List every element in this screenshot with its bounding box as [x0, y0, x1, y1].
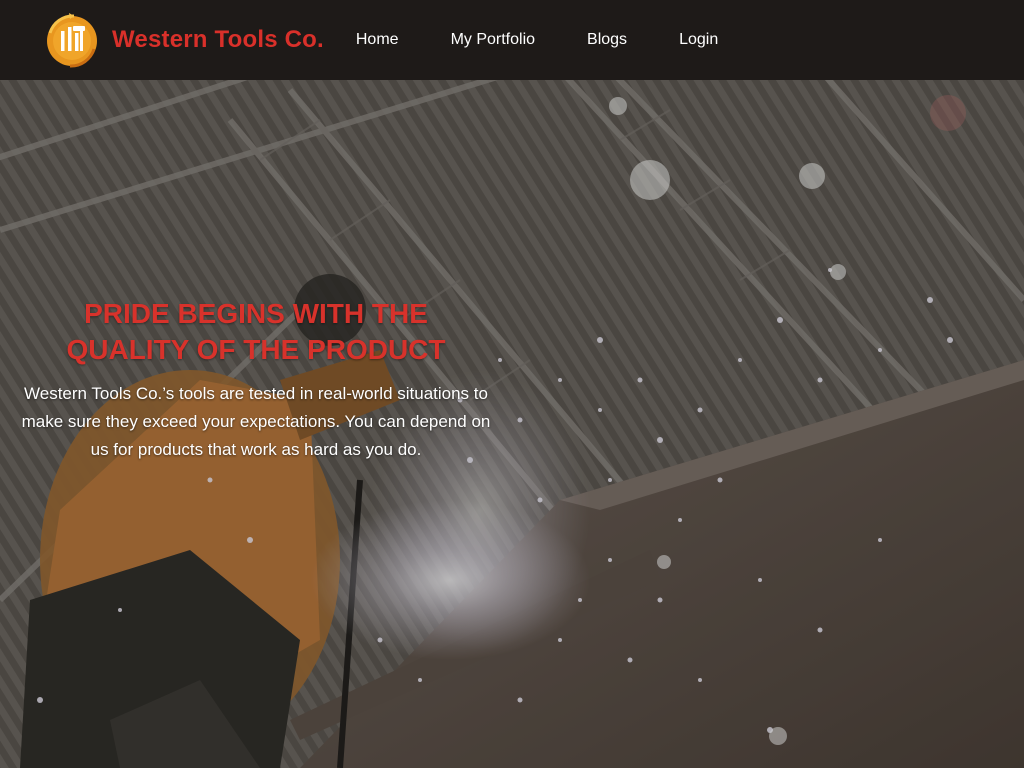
nav-portfolio-link[interactable]: My Portfolio [451, 31, 535, 49]
tools-logo-icon [47, 13, 97, 68]
hero-headline-line-1: PRIDE BEGINS WITH THE [84, 298, 428, 329]
top-navbar: Western Tools Co. Home My Portfolio Blog… [0, 0, 1024, 80]
hero-tagline: Western Tools Co.’s tools are tested in … [21, 384, 491, 459]
nav-blogs-link[interactable]: Blogs [587, 31, 627, 49]
brand-name: Western Tools Co. [112, 26, 324, 53]
nav-login-link[interactable]: Login [679, 31, 718, 49]
nav-home-link[interactable]: Home [356, 31, 399, 49]
main-nav: Home My Portfolio Blogs Login [356, 31, 718, 49]
hero-section: PRIDE BEGINS WITH THE QUALITY OF THE PRO… [0, 80, 1024, 768]
hero-headline: PRIDE BEGINS WITH THE QUALITY OF THE PRO… [16, 296, 496, 368]
hero-headline-line-2: QUALITY OF THE PRODUCT [66, 334, 446, 365]
brand-home-link[interactable]: Western Tools Co. [44, 11, 324, 69]
hero-text-block: PRIDE BEGINS WITH THE QUALITY OF THE PRO… [16, 296, 496, 464]
